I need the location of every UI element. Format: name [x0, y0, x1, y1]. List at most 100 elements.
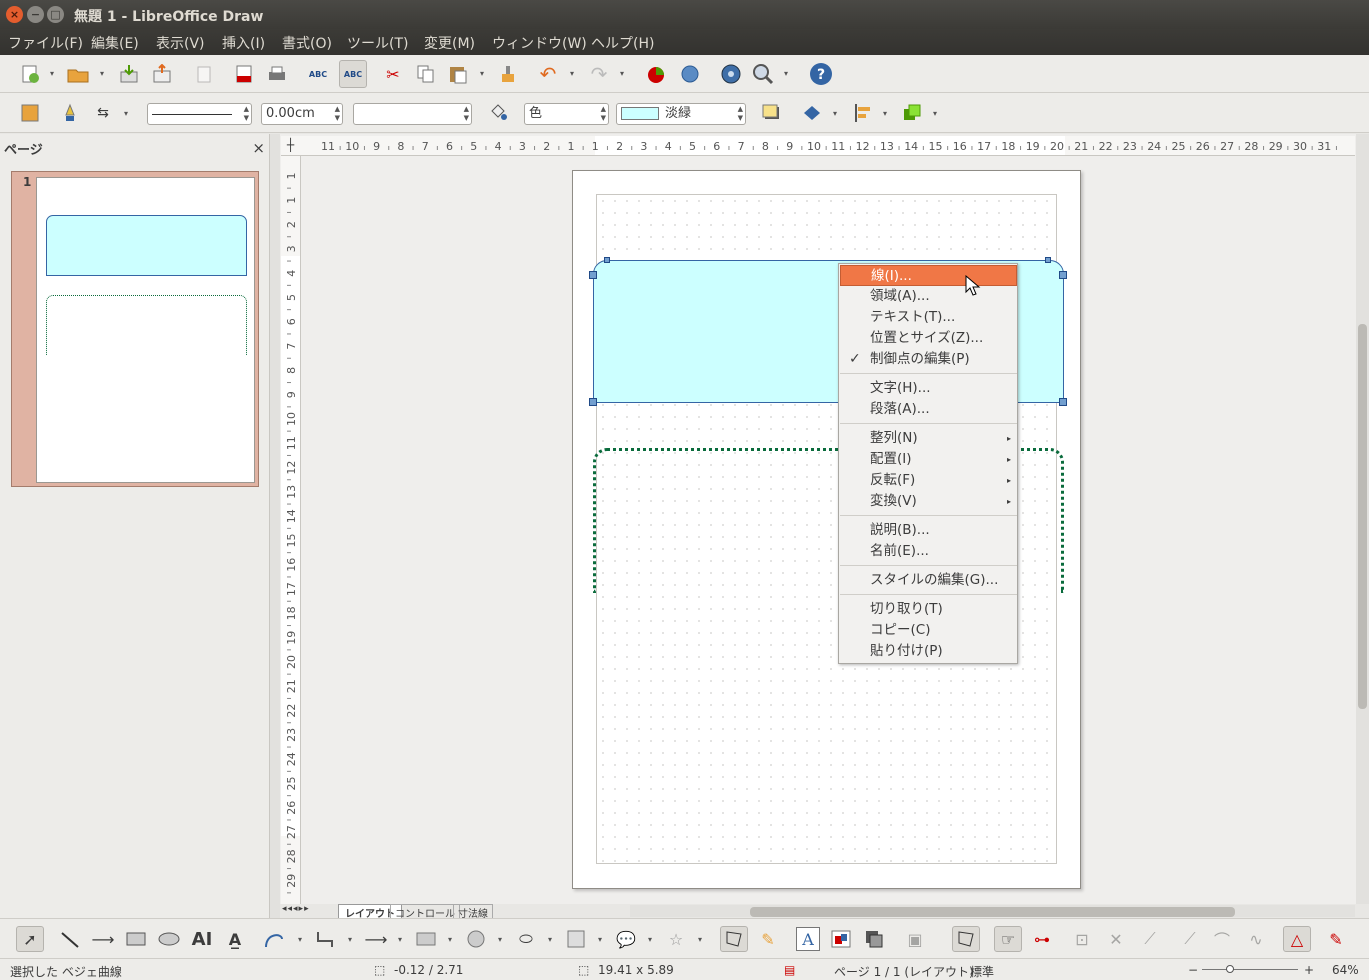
redo-icon[interactable]: ↷	[587, 62, 611, 86]
zoom-slider[interactable]	[1202, 969, 1298, 970]
minimize-window-button[interactable]: −	[27, 6, 44, 23]
area-icon[interactable]	[486, 101, 510, 125]
menu-tools[interactable]: ツール(T)	[347, 33, 408, 53]
shadow-icon[interactable]	[759, 101, 783, 125]
basic-shapes-icon[interactable]	[564, 927, 588, 951]
hyperlink-icon[interactable]	[678, 62, 702, 86]
menu-item-arrange[interactable]: 配置(I) ▸	[840, 449, 1017, 470]
selection-handle[interactable]	[589, 398, 597, 406]
menu-item-edit-points[interactable]: ✓ 制御点の編集(P)	[840, 349, 1017, 370]
horizontal-scrollbar[interactable]	[630, 905, 1355, 917]
close-icon[interactable]: ×	[252, 139, 265, 157]
ellipse-tool-icon[interactable]	[157, 927, 181, 951]
horizontal-ruler[interactable]: 11 10 9 8 7 6 5 4 3 2 1 1 2 3 4 5 6 7 8 9 10 11 12 13 14 15 16 17 18…	[300, 136, 1355, 156]
glue-points-icon[interactable]: ✎	[756, 927, 780, 951]
selection-handle[interactable]	[1059, 271, 1067, 279]
panel-splitter[interactable]	[270, 134, 280, 918]
zoom-in-icon[interactable]: +	[1304, 963, 1314, 977]
cut-icon[interactable]: ✂	[381, 62, 405, 86]
menu-item-flip[interactable]: 反転(F) ▸	[840, 470, 1017, 491]
menu-item-cut[interactable]: 切り取り(T)	[840, 599, 1017, 620]
menu-item-name[interactable]: 名前(E)...	[840, 541, 1017, 562]
curve-tool-icon[interactable]	[262, 927, 286, 951]
insert-point-icon[interactable]: ⊶	[1030, 927, 1054, 951]
save-icon[interactable]	[117, 62, 141, 86]
menu-insert[interactable]: 挿入(I)	[222, 33, 265, 53]
chevron-down-icon[interactable]: ▾	[50, 69, 54, 78]
chevron-down-icon[interactable]: ▾	[648, 935, 652, 944]
spellcheck-icon[interactable]: ABC	[306, 62, 330, 86]
chevron-down-icon[interactable]: ▾	[784, 69, 788, 78]
selection-handle[interactable]	[1059, 398, 1067, 406]
corner-point-icon[interactable]: ⟋	[1178, 927, 1202, 951]
line-icon[interactable]	[58, 101, 82, 125]
insert-frame-icon[interactable]	[862, 927, 886, 951]
points-icon[interactable]	[720, 926, 748, 952]
vertical-scrollbar[interactable]	[1356, 134, 1369, 904]
menu-item-copy[interactable]: コピー(C)	[840, 620, 1017, 641]
select-arrow-icon[interactable]: ➚	[16, 926, 44, 952]
clone-formatting-icon[interactable]	[496, 62, 520, 86]
scrollbar-thumb[interactable]	[750, 907, 1235, 917]
text-tool-icon[interactable]: AI	[190, 927, 214, 951]
chevron-down-icon[interactable]: ▾	[348, 935, 352, 944]
menu-item-character[interactable]: 文字(H)...	[840, 378, 1017, 399]
menu-file[interactable]: ファイル(F)	[8, 33, 83, 53]
delete-point-icon[interactable]: ⊡	[1070, 927, 1094, 951]
eliminate-points-icon[interactable]: ✎	[1324, 927, 1348, 951]
zoom-icon[interactable]	[751, 62, 775, 86]
chevron-down-icon[interactable]: ▾	[480, 69, 484, 78]
stars-icon[interactable]: ☆	[664, 927, 688, 951]
chevron-down-icon[interactable]: ▾	[620, 69, 624, 78]
chevron-down-icon[interactable]: ▾	[698, 935, 702, 944]
zoom-level[interactable]: 64%	[1332, 963, 1359, 977]
vertical-ruler[interactable]: 1 1 2 3 4 5 6 7 8 9 10 11 12 13 14 15 16 17 18 19 20 21 22 23 24…	[281, 156, 301, 904]
insert-image-icon[interactable]	[829, 927, 853, 951]
menu-item-paste[interactable]: 貼り付け(P)	[840, 641, 1017, 662]
lines-arrows-icon[interactable]: ⟶	[364, 927, 388, 951]
chevron-down-icon[interactable]: ▾	[933, 109, 937, 118]
chart-icon[interactable]	[645, 62, 669, 86]
copy-icon[interactable]	[414, 62, 438, 86]
callouts-icon[interactable]: 💬	[614, 927, 638, 951]
line-arrow-tool-icon[interactable]: ⟶	[91, 927, 115, 951]
arrange-icon[interactable]	[900, 101, 924, 125]
area-color-select[interactable]: 淡緑 ▲ ▼	[616, 103, 746, 125]
fontwork-icon[interactable]: A	[796, 927, 820, 951]
menu-help[interactable]: ヘルプ(H)	[591, 33, 654, 53]
print-icon[interactable]	[265, 62, 289, 86]
close-bezier-icon[interactable]: △	[1283, 926, 1311, 952]
menu-modify[interactable]: 変更(M)	[424, 33, 475, 53]
chevron-down-icon[interactable]: ▾	[448, 935, 452, 944]
email-icon[interactable]	[150, 62, 174, 86]
align-icon[interactable]	[851, 101, 875, 125]
menu-edit[interactable]: 編集(E)	[91, 33, 139, 53]
chevron-down-icon[interactable]: ▾	[124, 109, 128, 118]
control-point[interactable]	[604, 257, 610, 263]
edit-file-icon[interactable]	[192, 62, 216, 86]
page-thumbnail-preview[interactable]	[36, 177, 255, 483]
chevron-down-icon[interactable]: ▾	[398, 935, 402, 944]
connector-tool-icon[interactable]	[313, 927, 337, 951]
style-icon[interactable]	[18, 101, 42, 125]
chevron-down-icon[interactable]: ▾	[883, 109, 887, 118]
menu-view[interactable]: 表示(V)	[156, 33, 205, 53]
paste-icon[interactable]	[446, 62, 470, 86]
menu-item-description[interactable]: 説明(B)...	[840, 520, 1017, 541]
menu-format[interactable]: 書式(O)	[282, 33, 332, 53]
rectangles-icon[interactable]	[414, 927, 438, 951]
line-width-input[interactable]: 0.00cm ▲ ▼	[261, 103, 343, 125]
circles-icon[interactable]	[464, 927, 488, 951]
rotate-icon[interactable]	[800, 101, 824, 125]
line-color-select[interactable]: ▲ ▼	[353, 103, 472, 125]
vertical-text-icon[interactable]: A̲	[223, 927, 247, 951]
line-style-select[interactable]: ▲ ▼	[147, 103, 252, 125]
chevron-down-icon[interactable]: ▾	[598, 935, 602, 944]
objects-3d-icon[interactable]: ⬭	[514, 927, 538, 951]
help-icon[interactable]: ?	[809, 62, 833, 86]
smooth-transition-icon[interactable]: ⌒	[1210, 927, 1234, 951]
menu-item-align[interactable]: 整列(N) ▸	[840, 428, 1017, 449]
maximize-window-button[interactable]: □	[47, 6, 64, 23]
control-point[interactable]	[1045, 257, 1051, 263]
chevron-down-icon[interactable]: ▾	[548, 935, 552, 944]
